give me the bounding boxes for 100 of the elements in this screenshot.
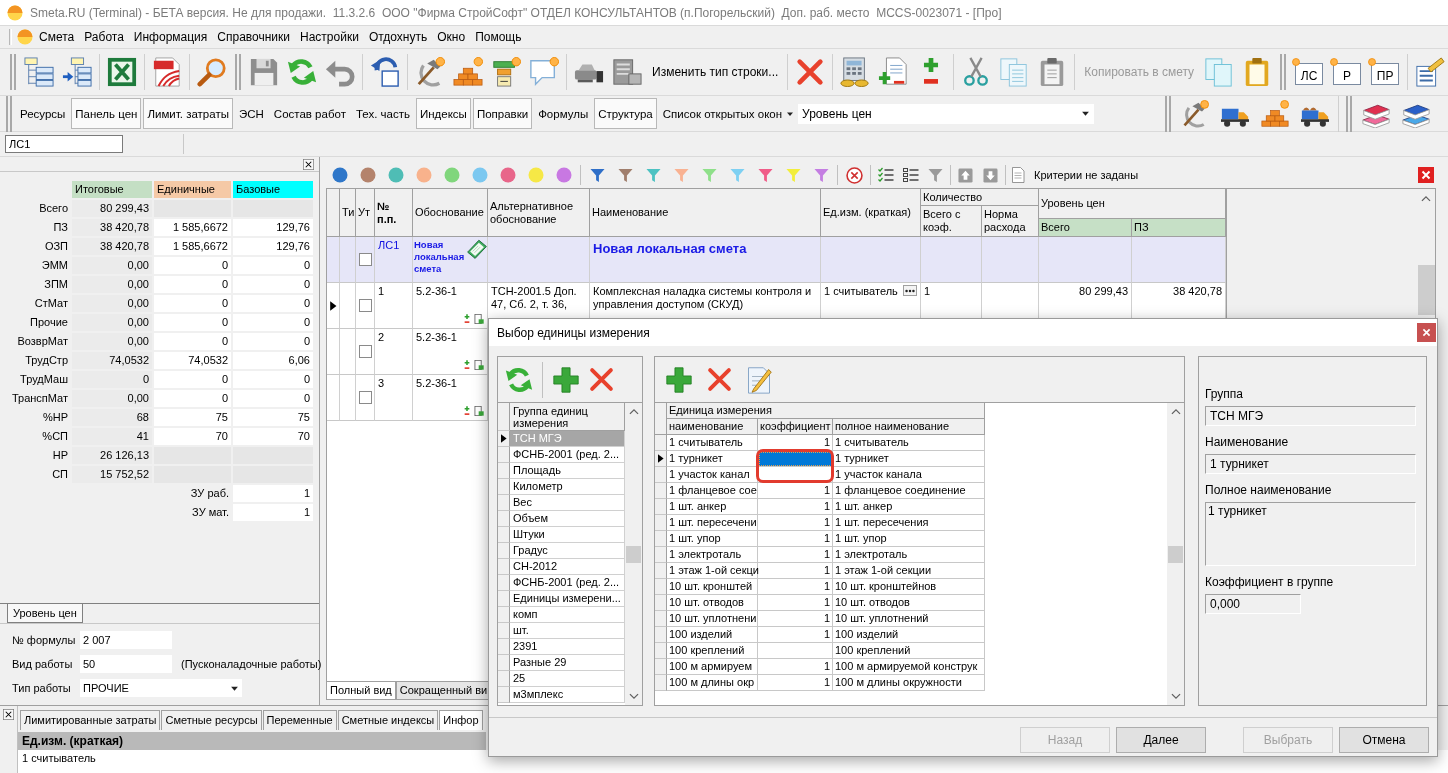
plus-minus-icon[interactable] — [462, 360, 472, 370]
document-pencil-icon[interactable] — [745, 365, 773, 394]
tab[interactable]: Переменные — [262, 710, 337, 730]
funnel-icon[interactable] — [645, 167, 661, 183]
stack-icon[interactable] — [491, 57, 521, 87]
plus-icon[interactable] — [553, 366, 579, 393]
list-item[interactable]: Градус — [510, 543, 625, 559]
panel-button[interactable]: Лимит. затраты — [143, 98, 233, 129]
panel-button[interactable]: Ресурсы — [16, 98, 70, 129]
app-logo[interactable] — [17, 29, 33, 45]
plus-icon[interactable] — [666, 366, 692, 393]
tree-insert-icon[interactable] — [62, 57, 92, 87]
input-field[interactable]: 75 — [154, 409, 231, 426]
input-field[interactable]: 1 турникет — [1205, 454, 1416, 474]
tab[interactable]: Уровень цен — [7, 604, 83, 623]
estimate-button[interactable]: ПР — [1371, 63, 1400, 85]
input-field[interactable]: 1 — [233, 485, 313, 502]
input-field[interactable]: 6,06 — [233, 352, 313, 369]
input-field[interactable]: 0,000 — [1205, 594, 1301, 614]
color-dot-icon[interactable] — [556, 167, 572, 183]
list-item[interactable]: Километр — [510, 479, 625, 495]
input-field[interactable]: 2 007 — [80, 631, 172, 649]
search-icon[interactable] — [197, 57, 227, 87]
list-item[interactable]: Штуки — [510, 527, 625, 543]
panel-button[interactable]: ЭСН — [234, 98, 268, 129]
table-row[interactable]: 1 электроталь 1 1 электроталь — [655, 547, 985, 563]
more-button[interactable] — [903, 285, 917, 296]
funnel-icon[interactable] — [813, 167, 829, 183]
list-item[interactable]: ФСНБ-2001 (ред. 2... — [510, 575, 625, 591]
input-field[interactable]: 0 — [233, 257, 313, 274]
tab[interactable]: Полный вид — [326, 682, 396, 700]
chevron-up-icon[interactable] — [628, 407, 639, 417]
color-dot-icon[interactable] — [528, 167, 544, 183]
checkbox[interactable] — [358, 345, 372, 358]
document-icon[interactable] — [152, 57, 182, 87]
list-item[interactable]: ФСНБ-2001 (ред. 2... — [510, 447, 625, 463]
estimate-button[interactable]: ЛС — [1295, 63, 1324, 85]
toolbar-grip[interactable] — [1280, 54, 1287, 90]
menu-item[interactable]: Настройки — [296, 28, 363, 46]
chevron-down-icon[interactable] — [1170, 691, 1181, 701]
document-icon[interactable] — [474, 314, 484, 324]
address-field[interactable]: ЛС1 — [5, 135, 123, 153]
refresh-icon[interactable] — [287, 57, 317, 87]
chevron-up-icon[interactable] — [1170, 407, 1181, 417]
input-field[interactable]: 0 — [233, 314, 313, 331]
input-field[interactable]: 129,76 — [233, 238, 313, 255]
scrollbar-thumb[interactable] — [1417, 265, 1435, 315]
table-row[interactable]: 100 м армируем 1 100 м армируемой конструк — [655, 659, 985, 675]
color-dot-icon[interactable] — [444, 167, 460, 183]
document-plus-minus-icon[interactable] — [878, 57, 909, 87]
table-row[interactable]: 1 этаж 1-ой секци 1 1 этаж 1-ой секции — [655, 563, 985, 579]
plus-minus-icon[interactable] — [462, 406, 472, 416]
checkbox[interactable] — [358, 299, 372, 312]
toolbar-grip[interactable] — [6, 95, 12, 132]
scrollbar-thumb[interactable] — [626, 546, 641, 563]
arrow-down-icon[interactable] — [983, 167, 998, 183]
input-field[interactable]: 0 — [233, 333, 313, 350]
cross-icon[interactable] — [706, 367, 732, 392]
document-icon[interactable] — [474, 360, 484, 370]
calculator-icon[interactable] — [840, 57, 871, 87]
panel-button[interactable]: Структура — [594, 98, 657, 129]
list-check-icon[interactable] — [877, 167, 894, 183]
speech-bubble-icon[interactable] — [529, 57, 559, 87]
list-item[interactable]: 25 — [510, 671, 625, 687]
tab[interactable]: Сметные ресурсы — [161, 710, 262, 730]
panel-button[interactable]: Поправки — [472, 98, 533, 129]
list-item[interactable]: Вес — [510, 495, 625, 511]
tab[interactable]: Сметные индексы — [337, 710, 439, 730]
input-field[interactable]: 0 — [233, 390, 313, 407]
input-field[interactable]: 0 — [154, 333, 231, 350]
color-dot-icon[interactable] — [360, 167, 376, 183]
undo-icon[interactable] — [370, 57, 400, 87]
close-icon[interactable] — [3, 709, 14, 720]
input-field[interactable]: 0 — [233, 371, 313, 388]
list-item[interactable]: м3мплекс — [510, 687, 625, 703]
list-pencil-icon[interactable] — [1415, 57, 1446, 87]
refresh-icon[interactable] — [505, 365, 533, 394]
open-windows-button[interactable]: Список открытых окон — [658, 101, 799, 126]
table-row[interactable]: 1 участок канал 1 участок канала — [655, 467, 985, 483]
close-button[interactable] — [1417, 323, 1436, 342]
estimate-button[interactable]: Р — [1333, 63, 1362, 85]
input-field[interactable]: 0 — [154, 371, 231, 388]
list-item[interactable]: комп — [510, 607, 625, 623]
chevron-up-icon[interactable] — [1421, 194, 1431, 204]
table-row[interactable]: 100 изделий 1 100 изделий — [655, 627, 985, 643]
copy-icon[interactable] — [1204, 57, 1235, 87]
table-row[interactable]: 1 шт. пересечени 1 1 шт. пересечения — [655, 515, 985, 531]
table-row[interactable]: 100 м длины окр 1 100 м длины окружности — [655, 675, 985, 691]
hammer-sickle-icon[interactable] — [415, 57, 445, 87]
menu-item[interactable]: Информация — [129, 28, 212, 46]
toolbar-grip[interactable] — [1165, 95, 1171, 132]
cabinet-icon[interactable] — [612, 57, 642, 87]
tab[interactable]: Лимитированные затраты — [20, 710, 161, 730]
table-row[interactable]: 1 фланцевое сое 1 1 фланцевое соединение — [655, 483, 985, 499]
list-item[interactable]: Разные 29 — [510, 655, 625, 671]
table-row[interactable]: 1 турникет 1 турникет — [655, 451, 985, 467]
chevron-down-icon[interactable] — [628, 691, 639, 701]
panel-button[interactable]: Панель цен — [71, 98, 142, 129]
input-field[interactable]: 0 — [154, 390, 231, 407]
menu-item[interactable]: Справочники — [213, 28, 295, 46]
